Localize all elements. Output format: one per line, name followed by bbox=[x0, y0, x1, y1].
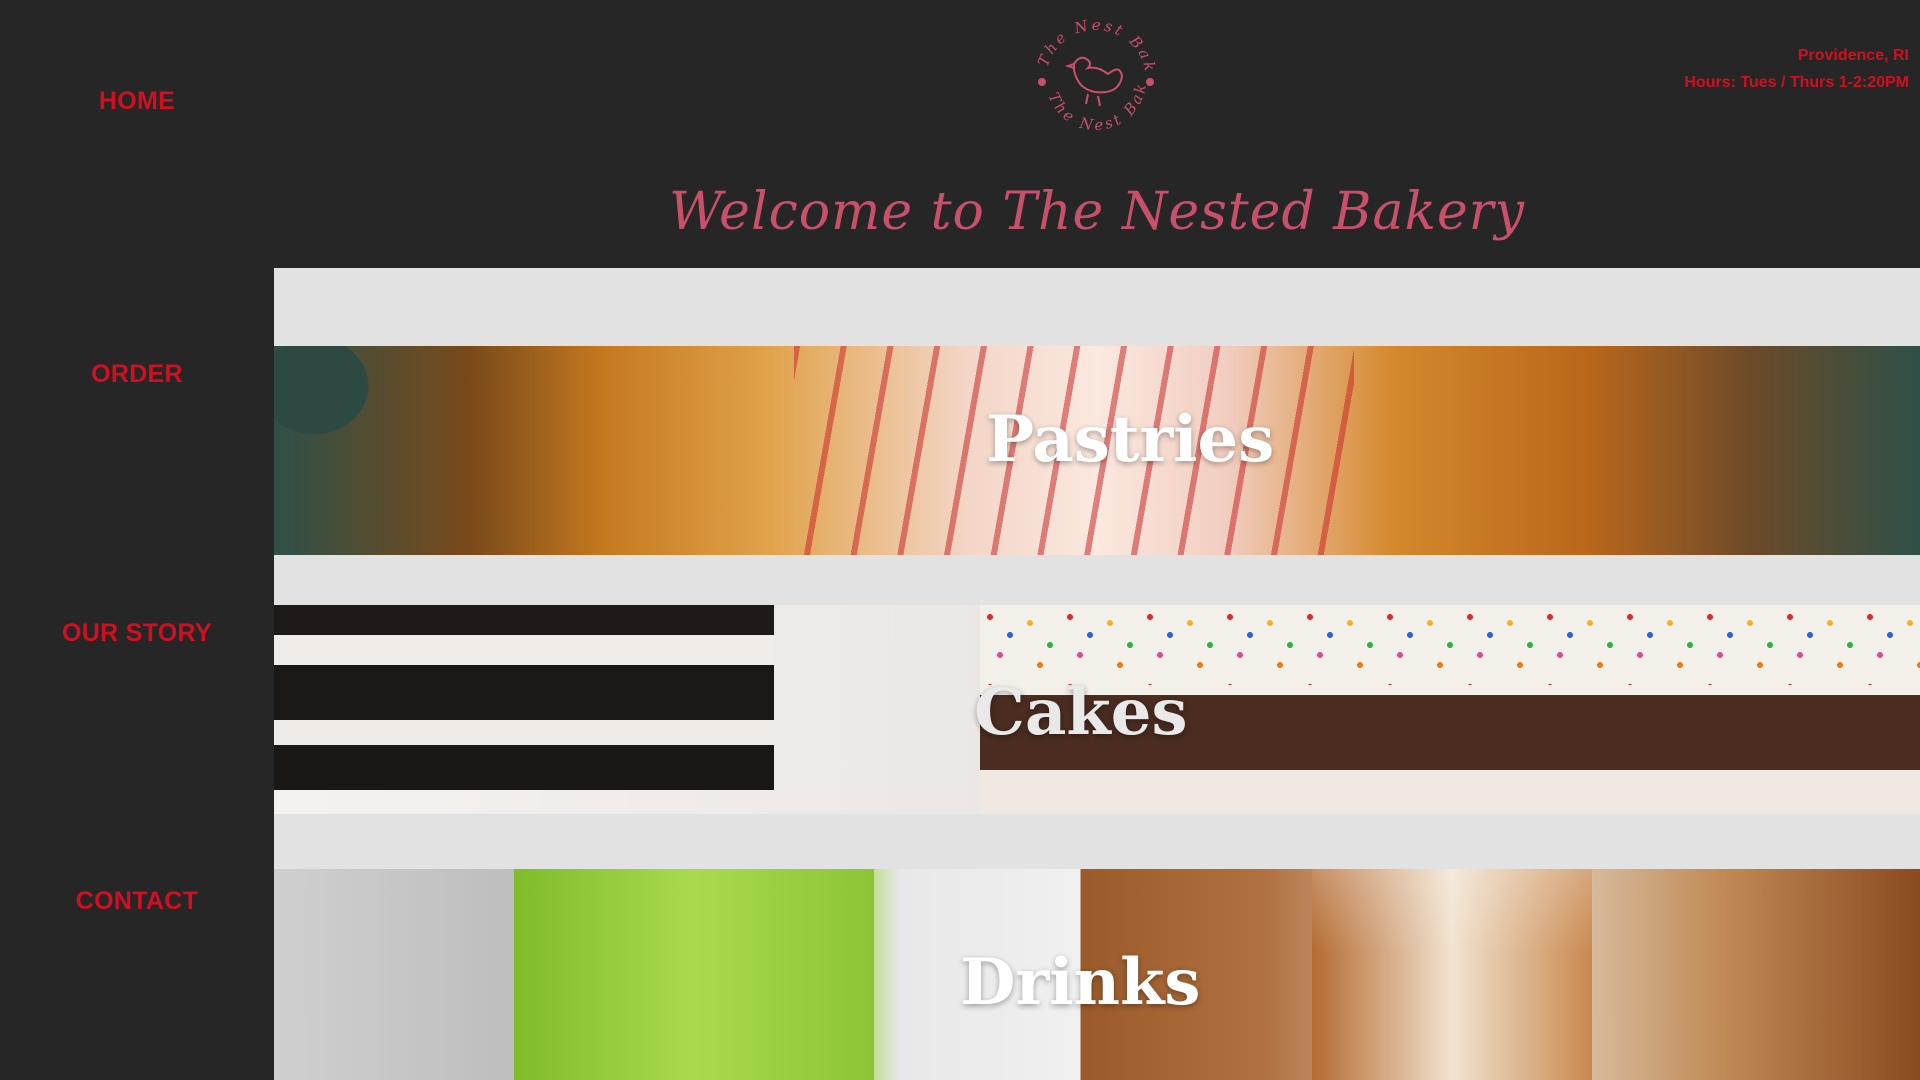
category-list: Pastries Cakes Drinks bbox=[274, 268, 1920, 1080]
category-label-cakes: Cakes bbox=[974, 675, 1188, 750]
header: The Nest Bakery The Nest Bakery Welcome … bbox=[274, 0, 1920, 268]
location-text: Providence, RI bbox=[1797, 47, 1909, 64]
iced-coffee-image bbox=[1312, 869, 1592, 1080]
hen-icon bbox=[1064, 56, 1124, 107]
category-label-pastries: Pastries bbox=[986, 402, 1275, 477]
category-banner-drinks[interactable]: Drinks bbox=[274, 869, 1920, 1080]
svg-text:The Nest Bakery: The Nest Bakery bbox=[1018, 2, 1160, 76]
category-banner-pastries[interactable]: Pastries bbox=[274, 346, 1920, 555]
cake-image-left bbox=[274, 605, 774, 635]
logo-text-top: The Nest Bakery bbox=[1018, 2, 1157, 76]
sidebar-nav: HOME ORDER OUR STORY CONTACT bbox=[0, 0, 274, 1080]
category-label-drinks: Drinks bbox=[960, 945, 1201, 1020]
nav-contact-link[interactable]: CONTACT bbox=[0, 887, 274, 916]
matcha-drink-image bbox=[514, 869, 874, 1080]
category-banner-cakes[interactable]: Cakes bbox=[274, 605, 1920, 814]
nav-order-link[interactable]: ORDER bbox=[0, 360, 274, 389]
nav-home-link[interactable]: HOME bbox=[0, 87, 274, 116]
page-title: Welcome to The Nested Bakery bbox=[668, 182, 1526, 242]
bakery-logo[interactable]: The Nest Bakery The Nest Bakery bbox=[1018, 2, 1174, 158]
business-info: Providence, RI Hours: Tues / Thurs 1-2:2… bbox=[1684, 42, 1909, 96]
nav-our-story-link[interactable]: OUR STORY bbox=[0, 619, 274, 648]
hours-text: Hours: Tues / Thurs 1-2:20PM bbox=[1684, 74, 1909, 91]
